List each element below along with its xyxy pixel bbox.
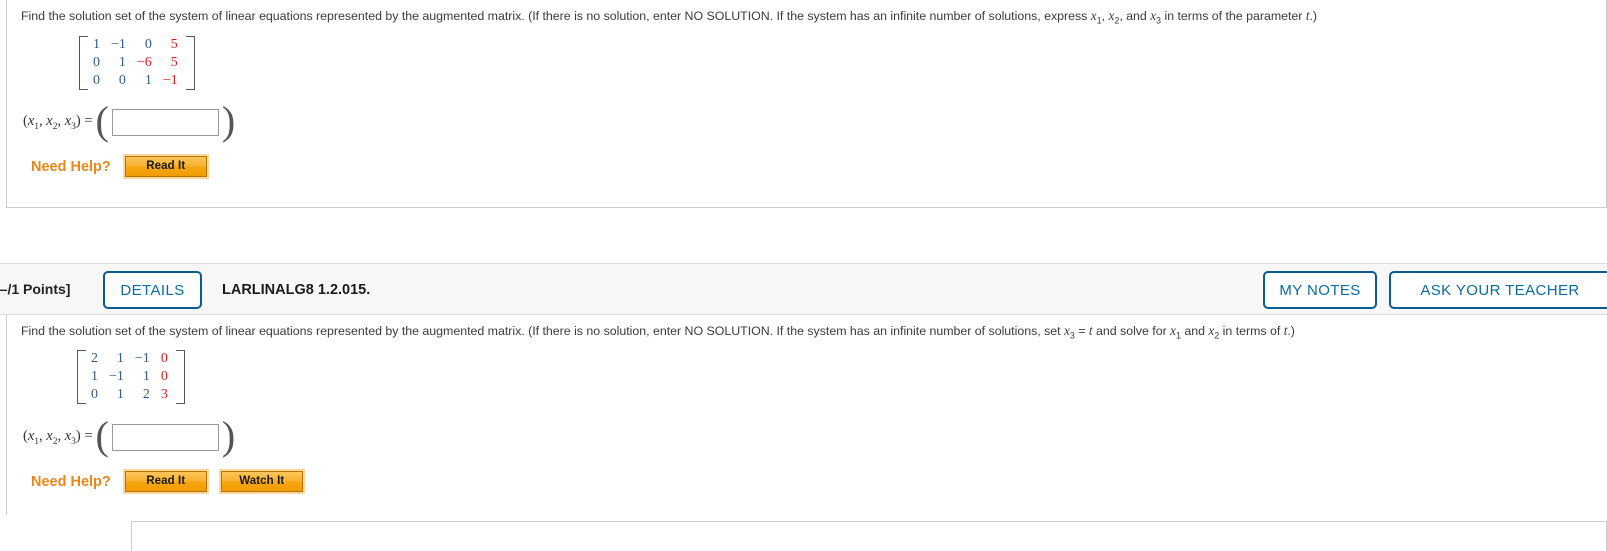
matrix-left-bracket xyxy=(77,350,86,404)
matrix-cell: 0 xyxy=(93,55,100,70)
matrix-cell: −1 xyxy=(109,369,124,384)
need-help-label: Need Help? xyxy=(31,473,111,490)
prompt-var-x1: x1 xyxy=(1090,8,1102,26)
matrix-cell: 0 xyxy=(91,387,98,402)
matrix-cell: 0 xyxy=(93,73,100,88)
matrix-cell-augment: −1 xyxy=(162,73,178,88)
matrix-left-bracket xyxy=(79,36,88,90)
prompt-var-x3: x3 xyxy=(1150,8,1162,26)
matrix-cell: 1 xyxy=(116,387,124,402)
answer-input[interactable] xyxy=(111,108,219,136)
open-paren: ( xyxy=(95,98,109,143)
matrix-row: 0 1 −6 5 xyxy=(89,54,185,72)
answer-tuple-label: (x1, x2, x3) = xyxy=(23,112,93,132)
matrix-cell: 1 xyxy=(91,369,98,384)
matrix-right-bracket xyxy=(185,36,195,90)
matrix-cell: 2 xyxy=(91,351,98,366)
matrix-cell: 2 xyxy=(142,387,150,402)
question-card-1: Find the solution set of the system of l… xyxy=(6,0,1607,208)
answer-input[interactable] xyxy=(111,423,219,451)
matrix-cell-augment: 5 xyxy=(170,37,178,52)
matrix-cell: −6 xyxy=(136,55,152,70)
matrix-cell-augment: 3 xyxy=(160,387,168,402)
matrix-cell: −1 xyxy=(111,37,126,52)
matrix-row: 1 −1 1 0 xyxy=(87,368,175,386)
watch-it-button[interactable]: Watch It xyxy=(220,471,303,492)
augmented-matrix-1: 1 −1 0 5 0 1 −6 5 0 0 1 −1 xyxy=(79,36,195,90)
open-paren: ( xyxy=(95,413,109,458)
my-notes-button[interactable]: MY NOTES xyxy=(1263,271,1377,309)
read-it-button[interactable]: Read It xyxy=(124,471,207,492)
matrix-cell: 0 xyxy=(118,73,126,88)
matrix-cell: −1 xyxy=(134,351,150,366)
read-it-button[interactable]: Read It xyxy=(124,156,207,177)
matrix-cell-augment: 0 xyxy=(160,369,168,384)
augmented-matrix-2: 2 1 −1 0 1 −1 1 0 0 1 2 3 xyxy=(77,350,185,404)
matrix-row: 2 1 −1 0 xyxy=(87,350,175,368)
matrix-cell: 1 xyxy=(116,351,124,366)
answer-tuple-label: (x1, x2, x3) = xyxy=(23,427,93,447)
close-paren: ) xyxy=(221,98,236,143)
matrix-row: 0 1 2 3 xyxy=(87,386,175,404)
prompt-var-x2: x2 xyxy=(1108,8,1120,26)
need-help-label: Need Help? xyxy=(31,158,111,175)
prompt-text-lead: Find the solution set of the system of l… xyxy=(21,9,1091,23)
prompt-var-x2: x2 xyxy=(1208,323,1220,341)
prompt-var-x1: x1 xyxy=(1170,323,1181,341)
prompt-text-lead: Find the solution set of the system of l… xyxy=(21,324,1064,338)
assignment-code: LARLINALG8 1.2.015. xyxy=(222,282,371,298)
points-label: [–/1 Points] xyxy=(0,281,71,297)
matrix-cell-augment: 5 xyxy=(170,55,178,70)
prompt-var-x3: x3 xyxy=(1064,323,1075,341)
next-question-panel-partial xyxy=(131,521,1607,551)
matrix-right-bracket xyxy=(175,350,185,404)
question-prompt-1: Find the solution set of the system of l… xyxy=(21,8,1318,26)
close-paren: ) xyxy=(221,413,236,458)
matrix-cell: 1 xyxy=(93,37,100,52)
question-prompt-2: Find the solution set of the system of l… xyxy=(21,323,1295,341)
matrix-cell: 1 xyxy=(118,55,126,70)
need-help-2: Need Help? Read It Watch It xyxy=(31,471,317,492)
need-help-1: Need Help? Read It xyxy=(31,156,221,177)
matrix-cell: 0 xyxy=(144,37,152,52)
ask-your-teacher-button[interactable]: ASK YOUR TEACHER xyxy=(1389,271,1607,309)
matrix-cell: 1 xyxy=(142,369,150,384)
matrix-cell: 1 xyxy=(144,73,152,88)
answer-row-2: (x1, x2, x3) = ( ) xyxy=(23,413,238,458)
matrix-row: 1 −1 0 5 xyxy=(89,36,185,54)
details-button[interactable]: DETAILS xyxy=(103,271,202,309)
answer-row-1: (x1, x2, x3) = ( ) xyxy=(23,98,238,143)
question-card-2: Find the solution set of the system of l… xyxy=(6,315,1607,515)
question-header-bar: [–/1 Points] DETAILS LARLINALG8 1.2.015.… xyxy=(0,263,1607,315)
matrix-row: 0 0 1 −1 xyxy=(89,72,185,90)
matrix-cell-augment: 0 xyxy=(160,351,168,366)
